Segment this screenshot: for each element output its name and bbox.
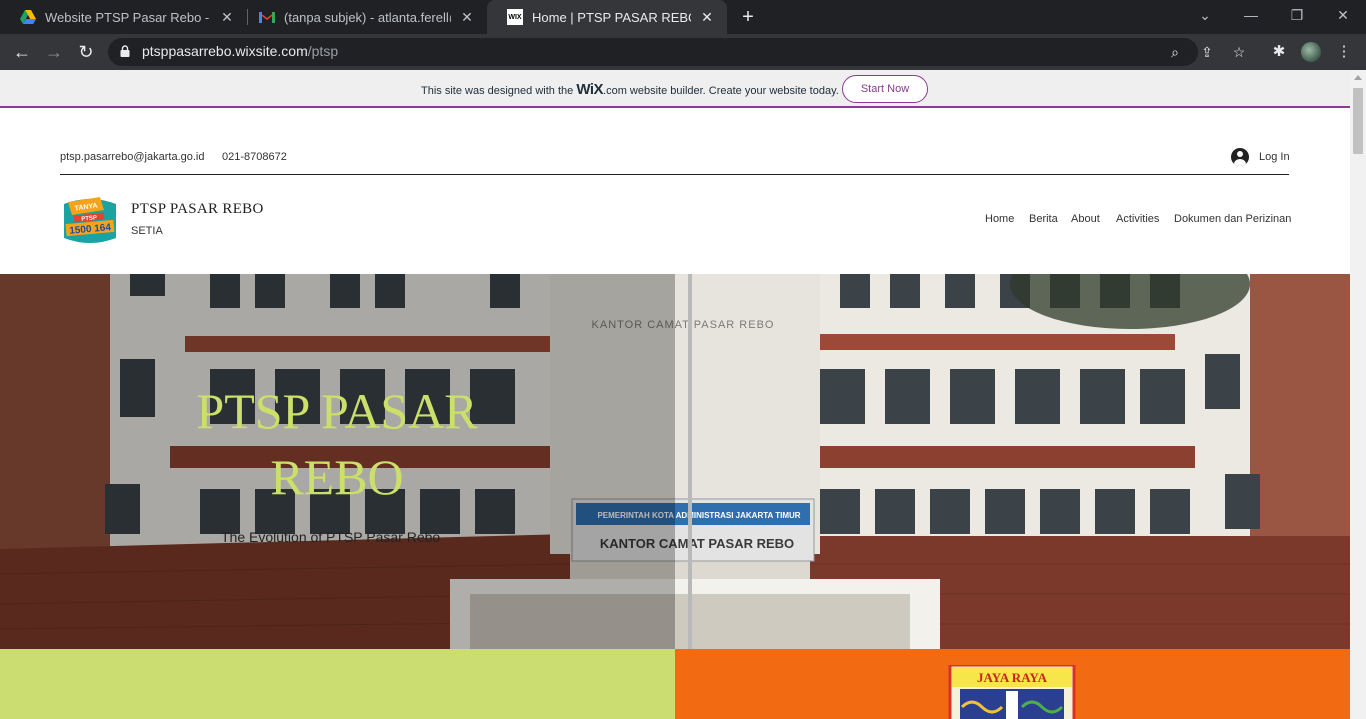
site-logo[interactable]: TANYA PTSP 1500 164 bbox=[60, 194, 120, 246]
tab-search-icon[interactable]: ⌄ bbox=[1182, 0, 1228, 34]
jakarta-emblem: JAYA RAYA bbox=[948, 665, 1076, 719]
address-bar[interactable]: ptsppasarrebo.wixsite.com/ptsp ⌕ ⇪ ☆ bbox=[108, 38, 1245, 66]
green-section bbox=[0, 649, 675, 719]
scroll-up-arrow[interactable] bbox=[1354, 75, 1362, 80]
page-scrollbar[interactable] bbox=[1350, 70, 1366, 719]
site-name[interactable]: PTSP PASAR REBO bbox=[131, 201, 264, 218]
tab-home-ptsp[interactable]: WIX Home | PTSP PASAR REBO ✕ bbox=[487, 0, 727, 34]
close-icon[interactable]: ✕ bbox=[219, 9, 235, 26]
extensions-icon[interactable]: ✱ bbox=[1269, 42, 1289, 62]
user-icon bbox=[1231, 148, 1249, 166]
back-button[interactable]: ← bbox=[10, 40, 34, 64]
tab-gmail[interactable]: (tanpa subjek) - atlanta.ferell@gm ✕ bbox=[239, 0, 487, 34]
wix-icon: WIX bbox=[507, 9, 523, 25]
url-text: ptsppasarrebo.wixsite.com/ptsp bbox=[142, 43, 339, 59]
start-now-button[interactable]: Start Now bbox=[842, 75, 928, 103]
close-icon[interactable]: ✕ bbox=[459, 9, 475, 26]
hero-section: KANTOR CAMAT PASAR REBO PEMERINTAH KOTA … bbox=[0, 274, 1350, 649]
wix-banner-text: This site was designed with the WiX.com … bbox=[421, 81, 839, 98]
google-drive-icon bbox=[20, 9, 36, 25]
nav-home[interactable]: Home bbox=[985, 213, 1014, 225]
hero-title: PTSP PASAR REBO bbox=[196, 383, 478, 505]
header-divider bbox=[60, 174, 1289, 175]
scroll-thumb[interactable] bbox=[1353, 88, 1363, 154]
site-tagline: SETIA bbox=[131, 225, 163, 237]
login-label: Log In bbox=[1259, 151, 1290, 163]
nav-berita[interactable]: Berita bbox=[1029, 213, 1058, 225]
browser-toolbar: ← → ↻ ptsppasarrebo.wixsite.com/ptsp ⌕ ⇪… bbox=[0, 34, 1366, 70]
orange-section: JAYA RAYA bbox=[675, 649, 1350, 719]
page-viewport: This site was designed with the WiX.com … bbox=[0, 70, 1350, 719]
close-icon[interactable]: ✕ bbox=[699, 9, 715, 26]
share-icon[interactable]: ⇪ bbox=[1198, 43, 1216, 61]
emblem-text: JAYA RAYA bbox=[977, 670, 1048, 685]
new-tab-button[interactable]: + bbox=[738, 5, 758, 29]
reload-button[interactable]: ↻ bbox=[74, 40, 98, 64]
wix-logo: WiX bbox=[576, 81, 604, 98]
lock-icon bbox=[120, 45, 130, 57]
bookmark-star-icon[interactable]: ☆ bbox=[1230, 43, 1248, 61]
zoom-icon[interactable]: ⌕ bbox=[1166, 43, 1184, 61]
minimize-button[interactable]: — bbox=[1228, 0, 1274, 34]
wix-banner: This site was designed with the WiX.com … bbox=[0, 70, 1350, 108]
profile-avatar[interactable] bbox=[1301, 42, 1321, 62]
nav-dokumen-perizinan[interactable]: Dokumen dan Perizinan bbox=[1174, 213, 1291, 225]
tab-google-drive[interactable]: Website PTSP Pasar Rebo - Goog ✕ bbox=[0, 0, 247, 34]
browser-tab-bar: Website PTSP Pasar Rebo - Goog ✕ (tanpa … bbox=[0, 0, 1366, 34]
gmail-icon bbox=[259, 9, 275, 25]
nav-activities[interactable]: Activities bbox=[1116, 213, 1159, 225]
restore-button[interactable]: ❐ bbox=[1274, 0, 1320, 34]
close-window-button[interactable]: ✕ bbox=[1320, 0, 1366, 34]
menu-icon[interactable]: ⋮ bbox=[1334, 42, 1354, 62]
forward-button[interactable]: → bbox=[42, 40, 66, 64]
contact-email[interactable]: ptsp.pasarrebo@jakarta.go.id bbox=[60, 151, 204, 163]
contact-phone: 021-8708672 bbox=[222, 151, 287, 163]
hero-subtitle: The Evolution of PTSP Pasar Rebo bbox=[221, 529, 441, 545]
login-button[interactable]: Log In bbox=[1231, 148, 1290, 166]
nav-about[interactable]: About bbox=[1071, 213, 1100, 225]
